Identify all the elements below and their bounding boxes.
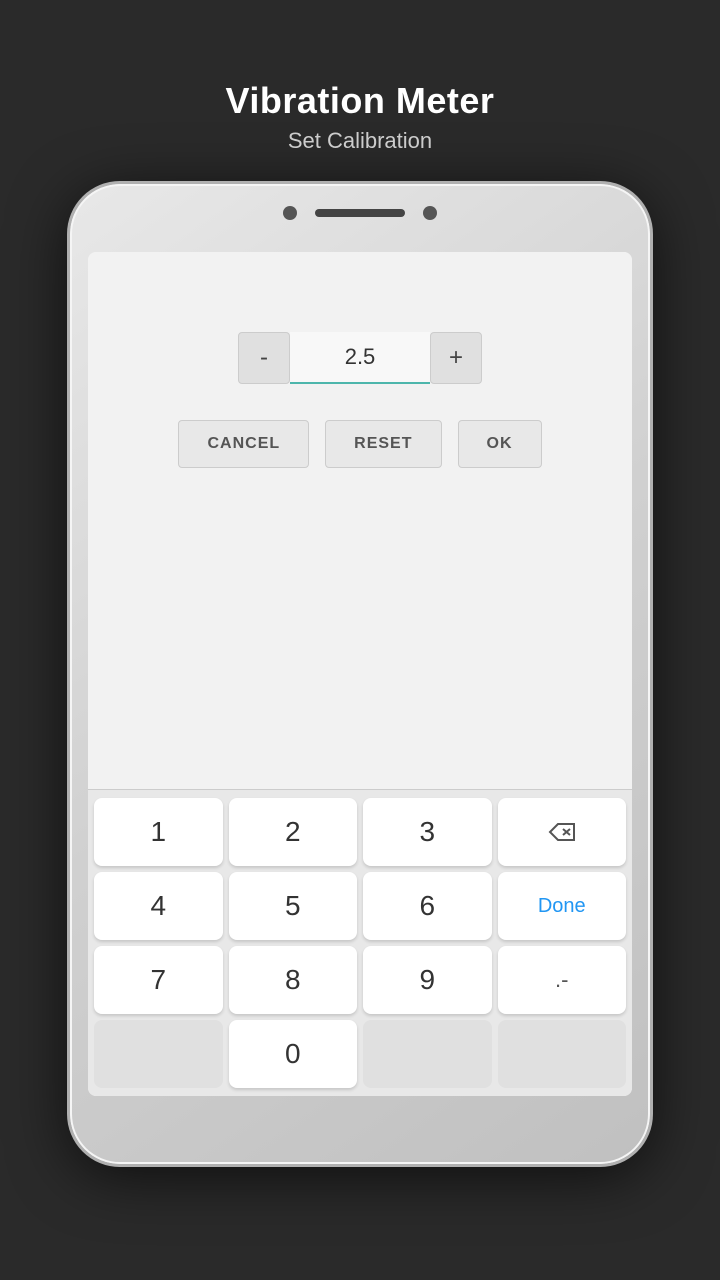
key-dot-minus[interactable]: .-: [498, 946, 627, 1014]
ok-button[interactable]: OK: [458, 420, 542, 468]
reset-button[interactable]: RESET: [325, 420, 441, 468]
backspace-icon: [548, 822, 576, 842]
numeric-keyboard: 1 2 3 4 5 6 Done 7 8 9 .- 0: [88, 789, 632, 1096]
app-content: - + CANCEL RESET OK: [88, 252, 632, 789]
key-done[interactable]: Done: [498, 872, 627, 940]
key-6[interactable]: 6: [363, 872, 492, 940]
stepper-row: - +: [238, 332, 482, 384]
key-empty-far-right: [498, 1020, 627, 1088]
key-0[interactable]: 0: [229, 1020, 358, 1088]
key-empty-right: [363, 1020, 492, 1088]
key-empty-left: [94, 1020, 223, 1088]
app-title: Vibration Meter: [226, 80, 495, 122]
decrement-button[interactable]: -: [238, 332, 290, 384]
cancel-button[interactable]: CANCEL: [178, 420, 309, 468]
key-1[interactable]: 1: [94, 798, 223, 866]
key-backspace[interactable]: [498, 798, 627, 866]
app-subtitle: Set Calibration: [226, 128, 495, 154]
phone-screen: - + CANCEL RESET OK 1 2 3: [88, 252, 632, 1096]
key-4[interactable]: 4: [94, 872, 223, 940]
speaker: [315, 209, 405, 217]
key-2[interactable]: 2: [229, 798, 358, 866]
front-camera: [283, 206, 297, 220]
key-3[interactable]: 3: [363, 798, 492, 866]
sensor: [423, 206, 437, 220]
header: Vibration Meter Set Calibration: [226, 80, 495, 154]
action-buttons: CANCEL RESET OK: [178, 420, 541, 468]
key-9[interactable]: 9: [363, 946, 492, 1014]
key-8[interactable]: 8: [229, 946, 358, 1014]
phone-mockup: - + CANCEL RESET OK 1 2 3: [70, 184, 650, 1164]
key-5[interactable]: 5: [229, 872, 358, 940]
key-7[interactable]: 7: [94, 946, 223, 1014]
phone-top-bar: [283, 206, 437, 220]
value-input[interactable]: [290, 332, 430, 384]
increment-button[interactable]: +: [430, 332, 482, 384]
